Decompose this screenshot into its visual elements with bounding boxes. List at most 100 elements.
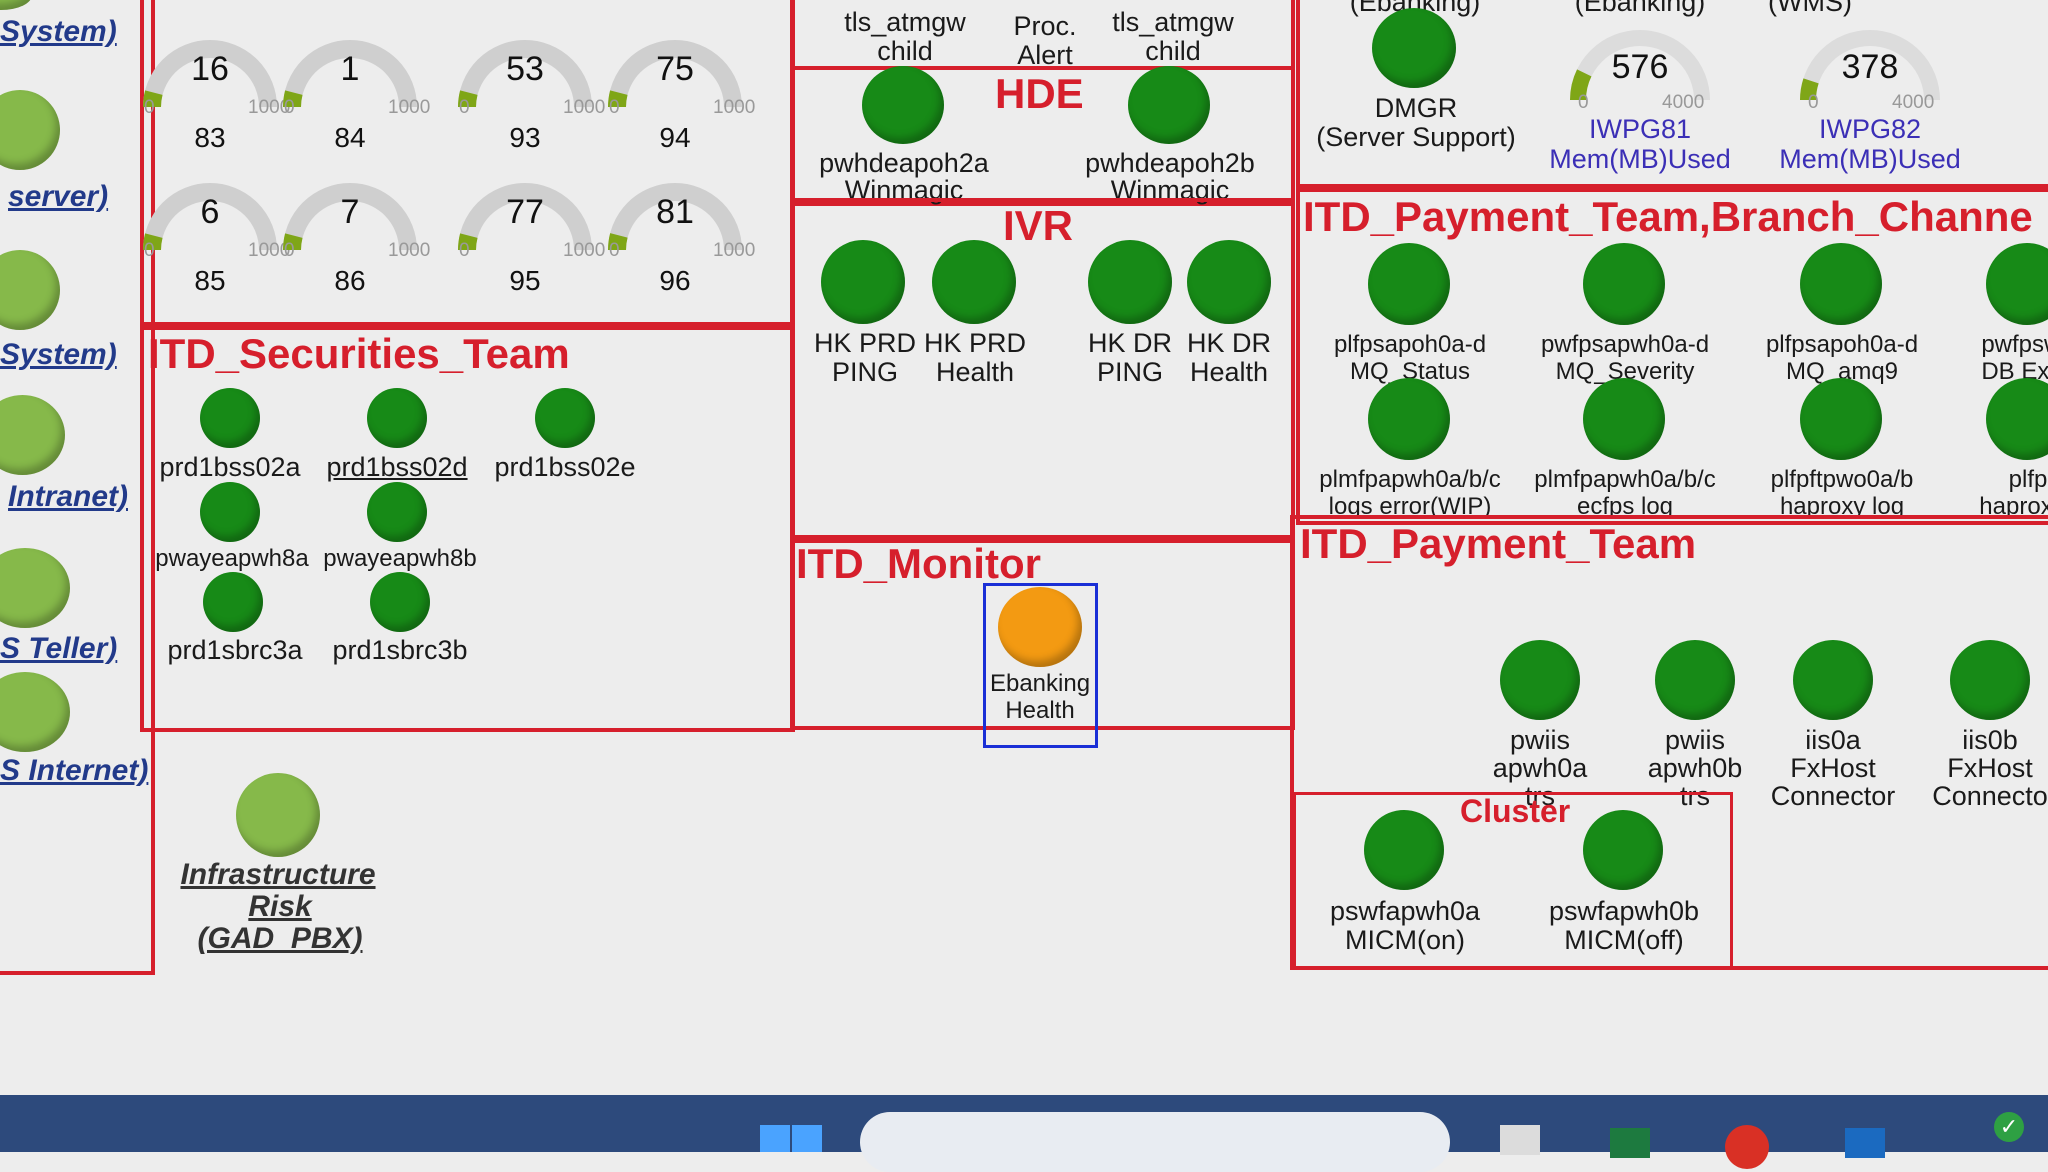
sidebar-label[interactable]: System) — [0, 338, 117, 372]
status-dot-infrastructure-risk[interactable] — [236, 773, 320, 857]
node-label[interactable]: pwayeapwh8b — [323, 545, 476, 572]
status-dot[interactable] — [1364, 810, 1444, 890]
node-label[interactable]: HK DR — [1187, 329, 1271, 358]
node-label[interactable]: pwayeapwh8a — [155, 545, 308, 572]
gauge-value: 1 — [340, 50, 360, 88]
node-label[interactable]: pwiis — [1510, 726, 1570, 755]
status-dot[interactable] — [535, 388, 595, 448]
node-label[interactable]: prd1sbrc3a — [167, 636, 302, 665]
gauge-value: 81 — [656, 193, 694, 231]
excel-icon[interactable] — [1610, 1128, 1650, 1158]
node-label[interactable]: prd1bss02d — [326, 453, 467, 482]
infra-label-line2[interactable]: Risk — [248, 890, 311, 924]
node-label[interactable]: apwh0a — [1493, 754, 1588, 783]
status-dot[interactable] — [1800, 243, 1882, 325]
status-dot[interactable] — [862, 66, 944, 144]
node-label[interactable]: pwhdeapoh2b — [1085, 149, 1255, 178]
status-dot[interactable] — [200, 388, 260, 448]
node-label[interactable]: Connector — [1771, 782, 1896, 811]
status-dot[interactable] — [1500, 640, 1580, 720]
node-label[interactable]: HK DR — [1088, 329, 1172, 358]
status-dot[interactable] — [370, 572, 430, 632]
node-label[interactable]: Proc. — [1013, 12, 1076, 41]
status-dot[interactable] — [1368, 243, 1450, 325]
node-label[interactable]: Connecto — [1932, 782, 2048, 811]
node-label[interactable]: FxHost — [1947, 754, 2033, 783]
node-label[interactable]: plfpsapoh0a-d — [1766, 331, 1918, 358]
gauge-name: IWPG81 — [1588, 114, 1692, 144]
search-box[interactable] — [860, 1112, 1450, 1172]
status-dot-ebanking-health[interactable] — [998, 587, 1082, 667]
node-label[interactable]: Health — [936, 358, 1014, 387]
status-dot[interactable] — [200, 482, 260, 542]
node-label[interactable]: DMGR — [1375, 94, 1458, 123]
gauge-max: 1000 — [713, 240, 756, 261]
node-label[interactable]: Ebanking — [990, 670, 1090, 697]
node-label[interactable]: pwhdeapoh2a — [819, 149, 989, 178]
status-dot[interactable] — [1187, 240, 1271, 324]
node-label[interactable]: pwfpswa — [1981, 331, 2048, 358]
panel-title: ITD_Payment_Team — [1300, 520, 1697, 567]
infra-label-line3[interactable]: (GAD_PBX) — [197, 922, 362, 956]
status-dot[interactable] — [1583, 243, 1665, 325]
status-dot[interactable] — [821, 240, 905, 324]
node-label[interactable]: iis0b — [1962, 726, 2018, 755]
sidebar-label[interactable]: server) — [8, 180, 108, 214]
node-label[interactable]: PING — [832, 358, 898, 387]
status-dot[interactable] — [1655, 640, 1735, 720]
node-label[interactable]: iis0a — [1805, 726, 1861, 755]
node-label[interactable]: prd1bss02e — [494, 453, 635, 482]
node-label[interactable]: plfpftpwo0a/b — [1771, 466, 1914, 493]
node-label[interactable]: prd1bss02a — [159, 453, 300, 482]
outlook-icon[interactable] — [1845, 1128, 1885, 1158]
node-label[interactable]: HK PRD — [924, 329, 1026, 358]
status-dot[interactable] — [932, 240, 1016, 324]
node-label[interactable]: tls_atmgw — [844, 8, 966, 37]
sidebar-label[interactable]: S Internet) — [0, 754, 148, 788]
status-dot-dmgr[interactable] — [1372, 8, 1456, 88]
node-label[interactable]: apwh0b — [1648, 754, 1743, 783]
gauge-min: 0 — [1808, 92, 1819, 113]
status-dot[interactable] — [203, 572, 263, 632]
sidebar-label[interactable]: System) — [0, 15, 117, 49]
node-label[interactable]: tls_atmgw — [1112, 8, 1234, 37]
sidebar-label[interactable]: S Teller) — [0, 632, 117, 666]
node-label[interactable]: pwfpsapwh0a-d — [1541, 331, 1709, 358]
node-label[interactable]: HK PRD — [814, 329, 916, 358]
check-icon[interactable]: ✓ — [1994, 1112, 2024, 1142]
gauge-id-label: 85 — [194, 265, 226, 296]
node-label[interactable]: MICM(off) — [1564, 926, 1684, 955]
node-label[interactable]: Health — [1005, 697, 1074, 724]
node-label[interactable]: Health — [1190, 358, 1268, 387]
status-dot[interactable] — [1950, 640, 2030, 720]
start-icon[interactable] — [760, 1125, 822, 1152]
node-label[interactable]: plmfpapwh0a/b/c — [1534, 466, 1715, 493]
node-label[interactable]: PING — [1097, 358, 1163, 387]
gauge-min: 0 — [144, 97, 155, 118]
node-label[interactable]: child — [1145, 37, 1201, 66]
status-dot[interactable] — [1088, 240, 1172, 324]
infra-label-line1[interactable]: Infrastructure — [180, 858, 375, 892]
node-label[interactable]: (Server Support) — [1316, 123, 1516, 152]
status-dot[interactable] — [367, 388, 427, 448]
sidebar-label[interactable]: Intranet) — [8, 480, 128, 514]
node-label[interactable]: plmfpapwh0a/b/c — [1319, 466, 1500, 493]
node-label[interactable]: MICM(on) — [1345, 926, 1465, 955]
node-label[interactable]: pswfapwh0a — [1330, 897, 1480, 926]
status-dot[interactable] — [1583, 810, 1663, 890]
status-dot[interactable] — [1800, 378, 1882, 460]
node-label[interactable]: plfpsapoh0a-d — [1334, 331, 1486, 358]
status-dot[interactable] — [1793, 640, 1873, 720]
node-label[interactable]: pswfapwh0b — [1549, 897, 1699, 926]
status-dot[interactable] — [1368, 378, 1450, 460]
node-label[interactable]: plfp — [2009, 466, 2048, 493]
node-label[interactable]: pwiis — [1665, 726, 1725, 755]
chrome-icon[interactable] — [1725, 1125, 1769, 1169]
node-label[interactable]: FxHost — [1790, 754, 1876, 783]
status-dot[interactable] — [1128, 66, 1210, 144]
node-label[interactable]: prd1sbrc3b — [332, 636, 467, 665]
status-dot[interactable] — [1583, 378, 1665, 460]
status-dot[interactable] — [367, 482, 427, 542]
taskbar-app-icon[interactable] — [1500, 1125, 1540, 1155]
node-label[interactable]: child — [877, 37, 933, 66]
